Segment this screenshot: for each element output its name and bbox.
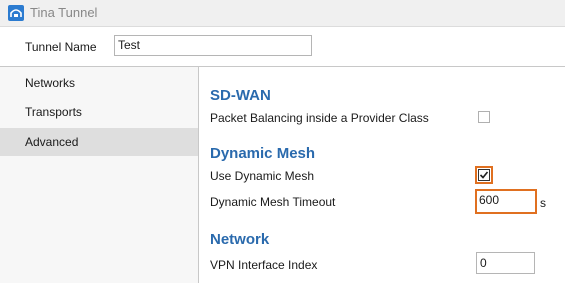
window-title: Tina Tunnel [30, 5, 98, 20]
sidebar-item-transports[interactable]: Transports [0, 98, 198, 126]
timeout-unit-label: s [540, 196, 546, 210]
section-title-sdwan: SD-WAN [210, 87, 271, 104]
sidebar: Networks Transports Advanced [0, 67, 199, 283]
dynamic-mesh-timeout-input[interactable]: 600 [475, 189, 537, 214]
use-dynamic-mesh-label: Use Dynamic Mesh [210, 169, 315, 183]
tunnel-name-label: Tunnel Name [25, 40, 97, 54]
tunnel-name-row: Tunnel Name Test [0, 27, 565, 67]
packet-balancing-checkbox[interactable] [478, 111, 490, 123]
vpn-interface-index-label: VPN Interface Index [210, 258, 318, 272]
sidebar-item-advanced[interactable]: Advanced [0, 128, 198, 156]
checkmark-icon [479, 171, 489, 179]
sidebar-item-networks[interactable]: Networks [0, 69, 198, 97]
section-title-dynamic-mesh: Dynamic Mesh [210, 145, 316, 162]
dynamic-mesh-timeout-label: Dynamic Mesh Timeout [210, 195, 336, 209]
use-dynamic-mesh-checkbox[interactable] [475, 166, 493, 184]
tunnel-name-input[interactable]: Test [114, 35, 312, 56]
advanced-settings-panel: SD-WAN Packet Balancing inside a Provide… [199, 67, 565, 283]
packet-balancing-label: Packet Balancing inside a Provider Class [210, 111, 429, 125]
tunnel-app-icon [8, 5, 24, 21]
section-title-network: Network [210, 231, 270, 248]
vpn-interface-index-input[interactable]: 0 [476, 252, 535, 274]
title-bar: Tina Tunnel [0, 0, 565, 27]
